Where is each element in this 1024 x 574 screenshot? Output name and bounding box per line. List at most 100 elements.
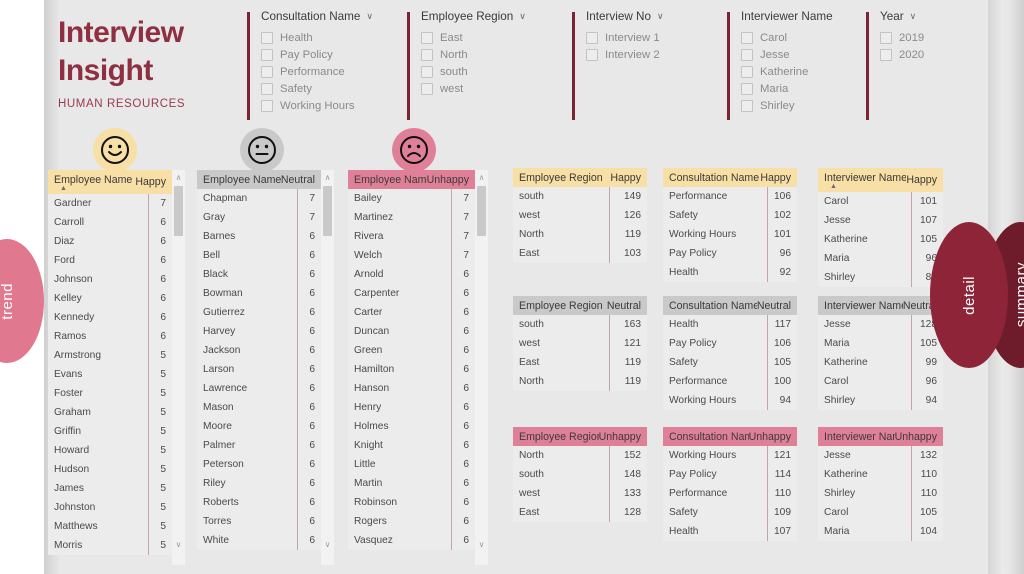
slicer-option[interactable]: Performance bbox=[261, 63, 373, 80]
table-row[interactable]: Harvey 6 bbox=[197, 322, 321, 341]
column-header-value[interactable]: Happy bbox=[906, 174, 943, 186]
column-header-name[interactable]: Employee Name bbox=[54, 174, 135, 186]
table-row[interactable]: Gutierrez 6 bbox=[197, 303, 321, 322]
table-row[interactable]: Maria 104 bbox=[818, 522, 943, 541]
column-header-name[interactable]: Employee Name bbox=[203, 174, 281, 186]
table-row[interactable]: Jesse 132 bbox=[818, 446, 943, 465]
scrollbar-thumb[interactable] bbox=[323, 186, 332, 236]
table-row[interactable]: Katherine 105 bbox=[818, 230, 943, 249]
table-row[interactable]: Martinez 7 bbox=[348, 208, 475, 227]
chevron-down-icon[interactable]: ∨ bbox=[519, 12, 526, 21]
table-row[interactable]: Green 6 bbox=[348, 341, 475, 360]
table-row[interactable]: Carter 6 bbox=[348, 303, 475, 322]
table-row[interactable]: Armstrong 5 bbox=[48, 346, 172, 365]
column-header-name[interactable]: Consultation Name bbox=[669, 431, 749, 443]
table-row[interactable]: Hanson 6 bbox=[348, 379, 475, 398]
column-header-value[interactable]: Unhappy bbox=[895, 431, 943, 443]
table-row[interactable]: Black 6 bbox=[197, 265, 321, 284]
table-row[interactable]: Performance 100 bbox=[663, 372, 797, 391]
column-header-value[interactable]: Unhappy bbox=[749, 431, 797, 443]
scroll-down-icon[interactable]: ∨ bbox=[172, 537, 185, 551]
table-row[interactable]: James 5 bbox=[48, 479, 172, 498]
scroll-down-icon[interactable]: ∨ bbox=[475, 537, 488, 551]
table-row[interactable]: Jesse 107 bbox=[818, 211, 943, 230]
column-header-value[interactable]: Happy bbox=[760, 172, 797, 184]
scroll-up-icon[interactable]: ∧ bbox=[475, 170, 488, 184]
column-header-value[interactable]: Neutral bbox=[757, 300, 797, 312]
table-row[interactable]: Matthews 5 bbox=[48, 517, 172, 536]
checkbox-icon[interactable] bbox=[421, 65, 433, 78]
table-row[interactable]: Johnson 6 bbox=[48, 270, 172, 289]
slicer-header-employee-region[interactable]: Employee Region ∨ bbox=[421, 10, 526, 23]
table-row[interactable]: Health 92 bbox=[663, 263, 797, 282]
table-row[interactable]: Jesse 128 bbox=[818, 315, 943, 334]
table-row[interactable]: Carol 101 bbox=[818, 192, 943, 211]
table-row[interactable]: Performance 110 bbox=[663, 484, 797, 503]
table-row[interactable]: Kelley 6 bbox=[48, 289, 172, 308]
table-row[interactable]: Performance 106 bbox=[663, 187, 797, 206]
table-row[interactable]: Roberts 6 bbox=[197, 493, 321, 512]
column-header-value[interactable]: Unhappy bbox=[427, 174, 475, 186]
checkbox-icon[interactable] bbox=[421, 82, 433, 95]
table-row[interactable]: Pay Policy 96 bbox=[663, 244, 797, 263]
table-row[interactable]: North 119 bbox=[513, 225, 647, 244]
checkbox-icon[interactable] bbox=[261, 48, 273, 61]
scroll-up-icon[interactable]: ∧ bbox=[172, 170, 185, 184]
table-row[interactable]: Larson 6 bbox=[197, 360, 321, 379]
table-row[interactable]: North 152 bbox=[513, 446, 647, 465]
checkbox-icon[interactable] bbox=[741, 65, 753, 78]
table-row[interactable]: Working Hours 101 bbox=[663, 225, 797, 244]
table-row[interactable]: White 6 bbox=[197, 531, 321, 550]
table-row[interactable]: Katherine 110 bbox=[818, 465, 943, 484]
slicer-option[interactable]: Carol bbox=[741, 29, 833, 46]
slicer-header-interview-no[interactable]: Interview No ∨ bbox=[586, 10, 664, 23]
checkbox-icon[interactable] bbox=[261, 82, 273, 95]
table-row[interactable]: Ramos 6 bbox=[48, 327, 172, 346]
table-row[interactable]: Peterson 6 bbox=[197, 455, 321, 474]
table-row[interactable]: Graham 5 bbox=[48, 403, 172, 422]
column-header-name[interactable]: Employee Region bbox=[519, 172, 610, 184]
column-header-name[interactable]: Employee Name bbox=[354, 174, 427, 186]
tab-detail[interactable]: detail bbox=[930, 222, 1008, 368]
slicer-option[interactable]: Katherine bbox=[741, 63, 833, 80]
checkbox-icon[interactable] bbox=[261, 65, 273, 78]
table-row[interactable]: Bailey 7 bbox=[348, 189, 475, 208]
table-row[interactable]: Mason 6 bbox=[197, 398, 321, 417]
checkbox-icon[interactable] bbox=[741, 48, 753, 61]
table-row[interactable]: Shirley 94 bbox=[818, 391, 943, 410]
table-row[interactable]: Knight 6 bbox=[348, 436, 475, 455]
table-row[interactable]: North 119 bbox=[513, 372, 647, 391]
column-header-name[interactable]: Interviewer Name bbox=[824, 172, 906, 184]
table-row[interactable]: Bowman 6 bbox=[197, 284, 321, 303]
table-row[interactable]: Henry 6 bbox=[348, 398, 475, 417]
checkbox-icon[interactable] bbox=[741, 82, 753, 95]
table-scrollbar[interactable]: ∧ ∨ bbox=[475, 170, 488, 565]
column-header-name[interactable]: Interviewer Name bbox=[824, 300, 903, 312]
table-row[interactable]: Johnston 5 bbox=[48, 498, 172, 517]
scrollbar-thumb[interactable] bbox=[174, 186, 183, 236]
table-row[interactable]: south 163 bbox=[513, 315, 647, 334]
table-row[interactable]: Palmer 6 bbox=[197, 436, 321, 455]
table-row[interactable]: Shirley 110 bbox=[818, 484, 943, 503]
table-row[interactable]: Pay Policy 114 bbox=[663, 465, 797, 484]
table-row[interactable]: Jackson 6 bbox=[197, 341, 321, 360]
table-row[interactable]: Arnold 6 bbox=[348, 265, 475, 284]
table-row[interactable]: Morris 5 bbox=[48, 536, 172, 555]
table-row[interactable]: Shirley88 bbox=[818, 268, 943, 287]
column-header-value[interactable]: Happy bbox=[610, 172, 647, 184]
table-row[interactable]: East 103 bbox=[513, 244, 647, 263]
slicer-option[interactable]: west bbox=[421, 80, 526, 97]
table-row[interactable]: Maria 96 bbox=[818, 249, 943, 268]
table-row[interactable]: Welch 7 bbox=[348, 246, 475, 265]
table-row[interactable]: Carol 105 bbox=[818, 503, 943, 522]
checkbox-icon[interactable] bbox=[261, 99, 273, 112]
slicer-option[interactable]: East bbox=[421, 29, 526, 46]
table-row[interactable]: Lawrence 6 bbox=[197, 379, 321, 398]
chevron-down-icon[interactable]: ∨ bbox=[657, 12, 664, 21]
table-row[interactable]: Foster 5 bbox=[48, 384, 172, 403]
checkbox-icon[interactable] bbox=[741, 99, 753, 112]
table-row[interactable]: west 133 bbox=[513, 484, 647, 503]
table-row[interactable]: Carpenter 6 bbox=[348, 284, 475, 303]
table-row[interactable]: west 121 bbox=[513, 334, 647, 353]
table-row[interactable]: Gray 7 bbox=[197, 208, 321, 227]
